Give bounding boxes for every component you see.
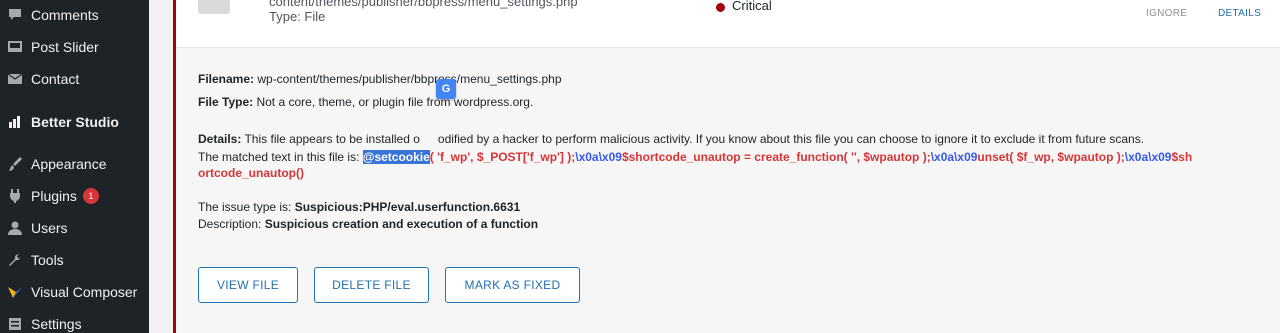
settings-icon <box>7 316 23 332</box>
plugin-icon <box>7 188 23 204</box>
matched-part-6: \x0a\x09 <box>1124 150 1172 164</box>
matched-text-line-2: ortcode_unautop() <box>198 166 304 180</box>
sidebar-item-appearance[interactable]: Appearance <box>0 149 149 179</box>
ignore-link[interactable]: IGNORE <box>1146 8 1187 19</box>
sidebar-item-visual-composer[interactable]: Visual Composer <box>0 277 149 307</box>
wrench-icon <box>7 252 23 268</box>
slider-icon <box>7 39 23 55</box>
sidebar-item-plugins[interactable]: Plugins 1 <box>0 181 149 211</box>
sidebar-item-label: Comments <box>31 7 99 23</box>
sidebar-item-label: Users <box>31 220 68 236</box>
sidebar-item-label: Post Slider <box>31 39 99 55</box>
issue-card: content/themes/publisher/bbpress/menu_se… <box>173 0 1280 333</box>
sidebar-item-label-rest: Studio <box>71 114 119 130</box>
mail-icon <box>7 71 23 87</box>
issue-file-path: content/themes/publisher/bbpress/menu_se… <box>269 0 578 9</box>
matched-part-5: unset( $f_wp, $wpautop ); <box>977 150 1125 164</box>
user-icon <box>7 220 23 236</box>
filename-line: Filename: wp-content/themes/publisher/bb… <box>198 72 562 86</box>
issue-summary-row: content/themes/publisher/bbpress/menu_se… <box>176 0 1280 48</box>
matched-part-3: $shortcode_unautop = create_function( ''… <box>621 150 931 164</box>
description-prefix: Description: <box>198 217 265 231</box>
sidebar-item-contact[interactable]: Contact <box>0 64 149 94</box>
sidebar-item-label: Plugins <box>31 188 77 204</box>
filetype-label: File Type: <box>198 95 254 109</box>
sidebar-item-label: Appearance <box>31 156 107 172</box>
sidebar-item-label: Visual Composer <box>31 284 138 300</box>
matched-prefix: The matched text in this file is: <box>198 150 363 164</box>
sidebar-item-users[interactable]: Users <box>0 213 149 243</box>
filename-value: wp-content/themes/publisher/bbpress/menu… <box>254 72 562 86</box>
description-value: Suspicious creation and execution of a f… <box>264 217 539 231</box>
sidebar-item-tools[interactable]: Tools <box>0 245 149 275</box>
sidebar-item-better-studio[interactable]: Better Studio <box>0 107 149 137</box>
severity-dot-icon <box>716 3 725 12</box>
sidebar-item-label-bold: Better <box>31 114 72 130</box>
filetype-line: File Type: Not a core, theme, or plugin … <box>198 95 533 109</box>
filetype-value: Not a core, theme, or plugin file from w… <box>253 95 534 109</box>
delete-file-button[interactable]: DELETE FILE <box>314 267 429 303</box>
update-count-badge: 1 <box>82 188 99 204</box>
sidebar-item-comments[interactable]: Comments <box>0 0 149 30</box>
issue-type-line: Type: File <box>269 9 326 24</box>
comment-icon <box>7 7 23 23</box>
sidebar-item-label: Settings <box>31 316 82 332</box>
matched-part-2: \x0a\x09 <box>575 150 622 164</box>
sidebar-item-label: Contact <box>31 71 80 87</box>
admin-sidebar: Comments Post Slider Contact Better Stud… <box>0 0 149 333</box>
details-link[interactable]: DETAILS <box>1218 8 1261 19</box>
google-translate-icon[interactable]: G <box>436 79 456 99</box>
better-studio-icon <box>7 114 23 130</box>
details-text-b: odified by a hacker to perform malicious… <box>437 132 1145 146</box>
details-text-a: This file appears to be installed o <box>241 132 420 146</box>
sidebar-item-settings[interactable]: Settings <box>0 309 149 333</box>
view-file-button[interactable]: VIEW FILE <box>198 267 298 303</box>
details-line: Details: This file appears to be install… <box>198 132 1144 146</box>
matched-part-8: ortcode_unautop() <box>198 166 304 180</box>
details-label: Details: <box>198 132 242 146</box>
description-line: Description: Suspicious creation and exe… <box>198 217 538 231</box>
sidebar-item-label: Tools <box>31 252 64 268</box>
severity-label: Critical <box>732 0 772 13</box>
file-thumbnail <box>198 0 230 14</box>
matched-part-1: ( 'f_wp', $_POST['f_wp'] ); <box>429 150 576 164</box>
issue-type-prefix: The issue type is: <box>198 200 295 214</box>
matched-highlight[interactable]: @setcookie <box>362 150 430 164</box>
brush-icon <box>7 156 23 172</box>
issue-type-value: Suspicious:PHP/eval.userfunction.6631 <box>294 200 521 214</box>
visual-composer-icon <box>7 284 23 300</box>
matched-part-4: \x0a\x09 <box>930 150 978 164</box>
main-content: content/themes/publisher/bbpress/menu_se… <box>149 0 1280 333</box>
sidebar-item-post-slider[interactable]: Post Slider <box>0 32 149 62</box>
mark-as-fixed-button[interactable]: MARK AS FIXED <box>445 267 580 303</box>
matched-part-7: $sh <box>1171 150 1193 164</box>
issue-detail-panel: Filename: wp-content/themes/publisher/bb… <box>176 48 1280 333</box>
matched-text-line: The matched text in this file is: @setco… <box>198 150 1192 164</box>
issue-type-line-detail: The issue type is: Suspicious:PHP/eval.u… <box>198 200 520 214</box>
filename-label: Filename: <box>198 72 255 86</box>
